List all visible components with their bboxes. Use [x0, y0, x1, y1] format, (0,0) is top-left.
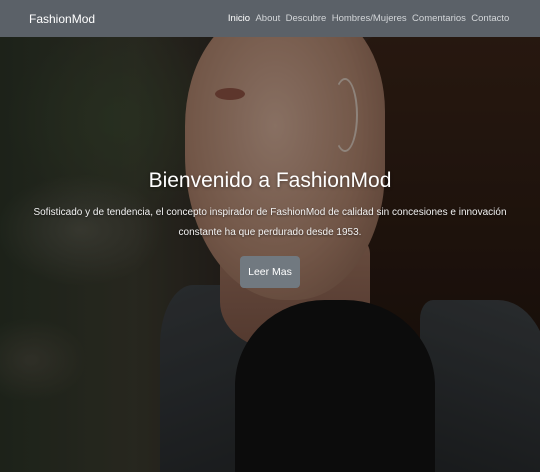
- hero-content: Bienvenido a FashionMod Sofisticado y de…: [0, 168, 540, 288]
- nav-link-hombres-mujeres[interactable]: Hombres/Mujeres: [329, 13, 409, 24]
- navbar: FashionMod Inicio About Descubre Hombres…: [0, 0, 540, 37]
- nav-link-comentarios[interactable]: Comentarios: [409, 13, 468, 24]
- hero-subtitle: Sofisticado y de tendencia, el concepto …: [33, 207, 507, 238]
- nav-links: Inicio About Descubre Hombres/Mujeres Co…: [225, 13, 512, 24]
- nav-link-descubre[interactable]: Descubre: [283, 13, 329, 24]
- nav-link-contacto[interactable]: Contacto: [469, 13, 512, 24]
- nav-link-inicio[interactable]: Inicio: [225, 13, 253, 24]
- brand-link[interactable]: FashionMod: [29, 12, 95, 26]
- nav-link-about[interactable]: About: [253, 13, 283, 24]
- read-more-button[interactable]: Leer Mas: [240, 256, 300, 288]
- hero-title: Bienvenido a FashionMod: [148, 169, 392, 192]
